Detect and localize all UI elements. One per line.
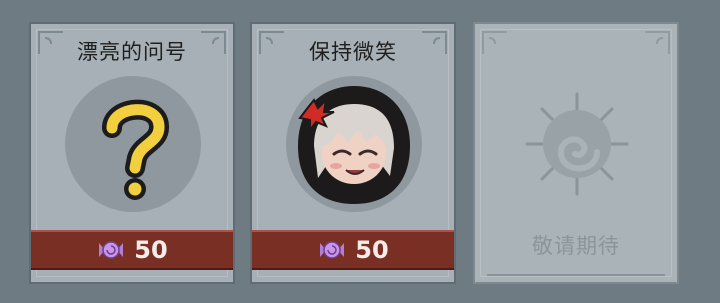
smiling-girl-avatar	[298, 86, 410, 204]
card-title: 保持微笑	[309, 40, 397, 64]
candy-icon	[99, 241, 124, 259]
price-value: 50	[355, 236, 389, 264]
candy-icon	[320, 241, 345, 259]
locked-swirl-emblem-icon	[525, 92, 629, 196]
price-value: 50	[134, 236, 168, 264]
emote-card-keep-smiling[interactable]: 保持微笑 50	[250, 22, 456, 284]
ornament-corner-icon	[482, 31, 507, 54]
emote-card-question-mark[interactable]: 漂亮的问号 50	[29, 22, 235, 284]
coming-soon-label: 敬请期待	[532, 234, 620, 258]
card-bottom-border	[487, 274, 665, 276]
emote-card-coming-soon: 敬请期待	[473, 22, 679, 284]
price-bar[interactable]: 50	[31, 230, 233, 270]
card-title: 漂亮的问号	[77, 40, 187, 64]
price-bar[interactable]: 50	[252, 230, 454, 270]
question-mark-icon	[102, 99, 169, 200]
ornament-corner-icon	[645, 31, 670, 54]
